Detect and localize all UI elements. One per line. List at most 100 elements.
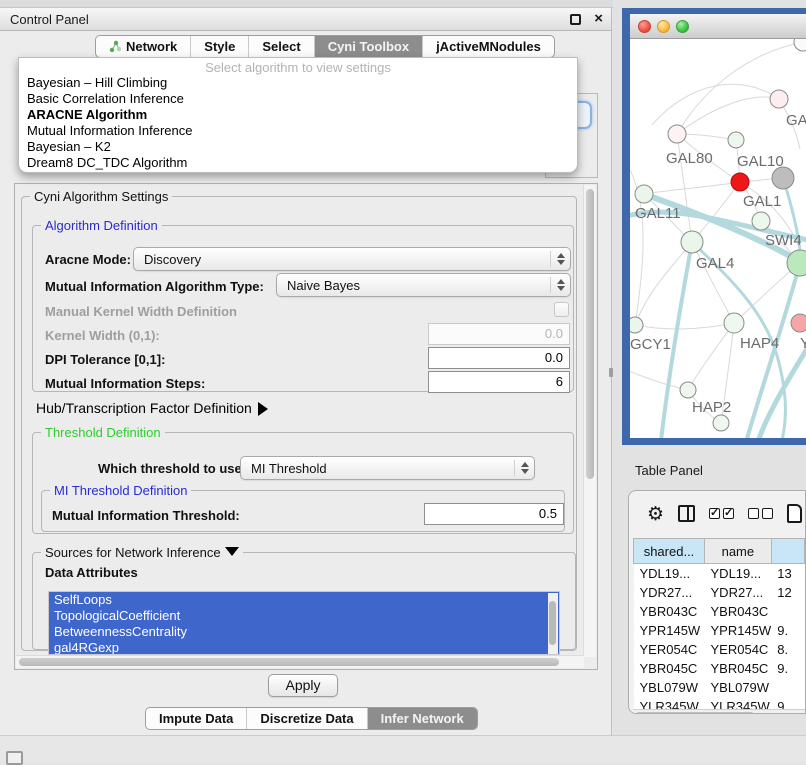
tab-infer-network[interactable]: Infer Network [367, 708, 477, 729]
network-edge[interactable] [644, 182, 740, 194]
network-window-titlebar [630, 14, 806, 39]
network-node-swi4[interactable] [752, 212, 770, 230]
table-cell: 13 [771, 564, 804, 583]
network-node[interactable] [772, 167, 794, 189]
minimized-panel-icon[interactable] [6, 751, 23, 765]
table-cell: YBR043C [705, 602, 772, 621]
kernel-width-field[interactable]: 0.0 [428, 323, 570, 345]
table-row[interactable]: YBR045CYBR045C9. [634, 659, 805, 678]
table-cell: YER054C [705, 640, 772, 659]
network-node-gal1[interactable] [731, 173, 749, 191]
dropdown-option[interactable]: Dream8 DC_TDC Algorithm [19, 155, 577, 171]
table-row[interactable]: YDR27...YDR27...12 [634, 583, 805, 602]
node-label: SWI4 [765, 232, 802, 249]
algorithm-dropdown-options: Bayesian – Hill ClimbingBasic Correlatio… [19, 75, 577, 171]
tab-impute-data[interactable]: Impute Data [146, 708, 246, 729]
table-cell: YBL079W [705, 678, 772, 697]
algorithm-dropdown-list: Select algorithm to view settings Bayesi… [18, 57, 578, 173]
table-row[interactable]: YDL19...YDL19...13 [634, 564, 805, 583]
mi-steps-field[interactable]: 6 [428, 371, 570, 393]
network-node[interactable] [713, 415, 729, 431]
network-node-gal80[interactable] [668, 125, 686, 143]
dropdown-option[interactable]: Mutual Information Inference [19, 123, 577, 139]
network-canvas[interactable]: GALGAL80GAL10GAL1GAL11SWI4GAL4GCY1HAP4YH… [630, 39, 806, 438]
network-edge[interactable] [652, 84, 779, 125]
tab-network[interactable]: Network [96, 36, 190, 57]
network-node-hap4[interactable] [724, 313, 744, 333]
column-header[interactable]: shared... [634, 539, 705, 564]
manual-kernel-checkbox[interactable] [554, 302, 569, 317]
deselect-all-checks-icon[interactable] [748, 508, 773, 519]
panel-splitter-grip[interactable] [609, 368, 613, 377]
mi-type-combo[interactable]: Naive Bayes [276, 273, 571, 297]
tab-jactivemnodules[interactable]: jActiveMNodules [422, 36, 554, 57]
settings-horizontal-scrollbar[interactable] [16, 655, 584, 668]
node-attribute-table[interactable]: shared...name YDL19...YDL19...13YDR27...… [633, 538, 805, 714]
tab-style[interactable]: Style [190, 36, 248, 57]
tab-label: Select [262, 36, 300, 57]
table-row[interactable]: YBL079WYBL079W [634, 678, 805, 697]
dropdown-option[interactable]: ARACNE Algorithm [19, 107, 577, 123]
data-attributes-label: Data Attributes [45, 565, 138, 580]
mi-steps-label: Mutual Information Steps: [45, 376, 205, 391]
table-cell: 12 [771, 583, 804, 602]
mi-threshold-field[interactable]: 0.5 [424, 503, 564, 525]
dropdown-option[interactable]: Bayesian – K2 [19, 139, 577, 155]
which-threshold-combo[interactable]: MI Threshold [240, 456, 535, 480]
network-node-gcy1[interactable] [630, 317, 643, 333]
tab-cyni-toolbox[interactable]: Cyni Toolbox [314, 36, 422, 57]
close-panel-icon[interactable]: × [594, 10, 603, 27]
network-edge[interactable] [677, 97, 779, 134]
network-node-hap2[interactable] [680, 382, 696, 398]
table-row[interactable]: YPR145WYPR145W9. [634, 621, 805, 640]
settings-vertical-scrollbar[interactable] [583, 185, 596, 657]
column-header[interactable] [771, 539, 804, 564]
network-node-y[interactable] [791, 314, 806, 332]
combo-arrows-icon [550, 277, 570, 293]
table-row[interactable]: YBR043CYBR043C [634, 602, 805, 621]
network-edge[interactable] [677, 42, 803, 134]
close-window-icon[interactable] [638, 20, 651, 33]
zoom-window-icon[interactable] [676, 20, 689, 33]
network-edge[interactable] [630, 159, 643, 325]
attribute-item[interactable]: SelfLoops [49, 592, 559, 608]
node-label: GAL10 [737, 153, 784, 170]
dpi-tolerance-field[interactable]: 0.0 [428, 347, 570, 369]
network-edge[interactable] [635, 323, 734, 329]
attribute-item[interactable]: gal4RGexp [49, 640, 559, 655]
column-header[interactable]: name [705, 539, 772, 564]
network-node-gal11[interactable] [635, 185, 653, 203]
float-panel-icon[interactable] [570, 14, 581, 25]
attribute-item[interactable]: TopologicalCoefficient [49, 608, 559, 624]
select-all-checks-icon[interactable] [709, 508, 734, 519]
tab-select[interactable]: Select [248, 36, 313, 57]
attribute-item[interactable]: BetweennessCentrality [49, 624, 559, 640]
apply-button[interactable]: Apply [268, 674, 338, 697]
dropdown-option[interactable]: Bayesian – Hill Climbing [19, 75, 577, 91]
network-node-gal10[interactable] [728, 132, 744, 148]
minimize-window-icon[interactable] [657, 20, 670, 33]
gear-icon[interactable]: ⚙ [647, 503, 664, 525]
tab-discretize-data[interactable]: Discretize Data [246, 708, 366, 729]
collapse-down-icon [225, 547, 239, 556]
network-node-gal[interactable] [770, 90, 788, 108]
document-icon[interactable] [787, 504, 802, 523]
columns-icon[interactable] [678, 505, 695, 522]
data-attributes-list[interactable]: SelfLoopsTopologicalCoefficientBetweenne… [48, 591, 560, 655]
hub-definition-label: Hub/Transcription Factor Definition [36, 400, 252, 416]
table-cell: YDR27... [634, 583, 705, 602]
network-node-gal4[interactable] [681, 231, 703, 253]
network-edge[interactable] [630, 369, 688, 390]
sources-title[interactable]: Sources for Network Inference [41, 545, 243, 560]
table-horizontal-scrollbar[interactable] [633, 709, 806, 714]
attributes-scrollbar[interactable] [548, 593, 558, 655]
control-panel-title: Control Panel [10, 12, 89, 27]
aracne-mode-combo[interactable]: Discovery [133, 247, 571, 271]
network-node[interactable] [794, 39, 806, 51]
table-cell: YBR043C [634, 602, 705, 621]
dropdown-option[interactable]: Basic Correlation Inference [19, 91, 577, 107]
tab-label: Infer Network [381, 708, 464, 729]
hub-definition-expander[interactable]: Hub/Transcription Factor Definition [36, 400, 268, 416]
table-row[interactable]: YER054CYER054C8. [634, 640, 805, 659]
network-view-window: GALGAL80GAL10GAL1GAL11SWI4GAL4GCY1HAP4YH… [622, 8, 806, 445]
